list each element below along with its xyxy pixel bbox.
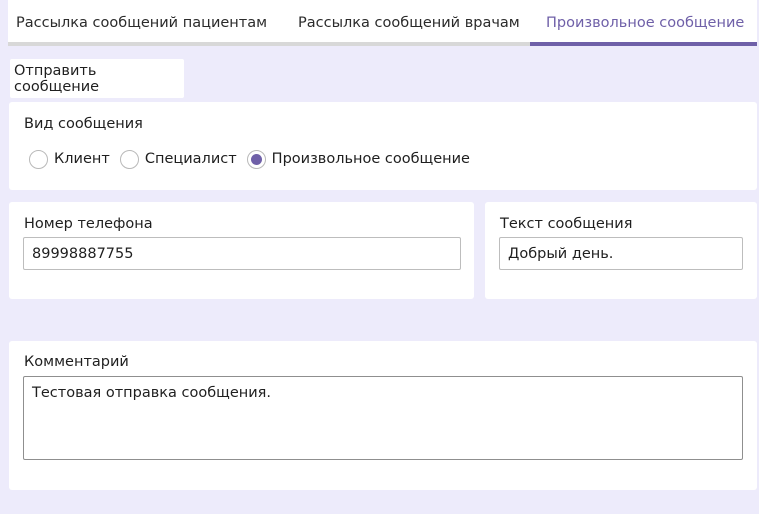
radio-label: Произвольное сообщение (271, 151, 470, 167)
comment-textarea[interactable]: Тестовая отправка сообщения. (23, 376, 743, 460)
tab-doctors-mailing[interactable]: Рассылка сообщений врачам (298, 0, 520, 46)
radio-selected-dot (250, 153, 262, 165)
tab-patients-mailing[interactable]: Рассылка сообщений пациентам (16, 0, 267, 46)
radio-button[interactable] (29, 149, 48, 169)
active-tab-indicator (530, 42, 757, 46)
comment-card: Комментарий Тестовая отправка сообщения. (9, 341, 757, 490)
radio-button[interactable] (119, 149, 139, 169)
comment-label: Комментарий (24, 354, 129, 370)
send-message-button[interactable]: Отправить сообщение (10, 59, 184, 98)
message-text-card: Текст сообщения (485, 202, 757, 299)
message-text-label: Текст сообщения (500, 216, 633, 232)
radio-client[interactable]: Клиент (29, 149, 110, 169)
phone-input[interactable] (23, 237, 461, 270)
tab-custom-message[interactable]: Произвольное сообщение (530, 0, 757, 46)
phone-label: Номер телефона (24, 216, 153, 232)
message-type-label: Вид сообщения (24, 116, 143, 132)
radio-button-selected[interactable] (246, 149, 266, 169)
message-type-card: Вид сообщения Клиент Специалист Произвол… (9, 102, 757, 190)
message-text-input[interactable] (499, 237, 743, 270)
radio-custom-message[interactable]: Произвольное сообщение (246, 149, 470, 169)
radio-label: Специалист (144, 151, 237, 167)
tab-bar: Рассылка сообщений пациентам Рассылка со… (8, 0, 757, 46)
radio-specialist[interactable]: Специалист (119, 149, 237, 169)
radio-label: Клиент (54, 151, 110, 167)
phone-card: Номер телефона (9, 202, 474, 299)
message-type-radio-group: Клиент Специалист Произвольное сообщение (29, 148, 480, 170)
